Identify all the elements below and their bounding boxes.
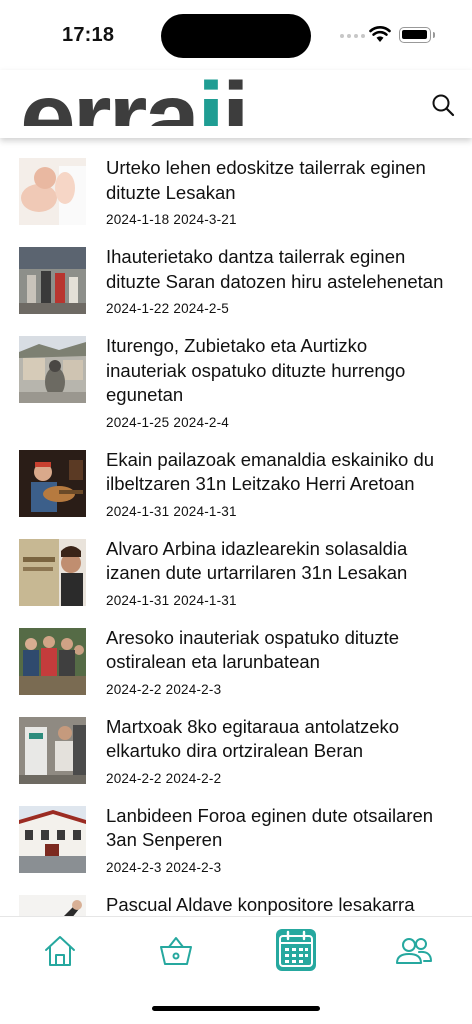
news-dates: 2024-1-25 2024-2-4 [106, 414, 452, 432]
news-thumbnail [19, 716, 86, 784]
home-icon[interactable] [40, 931, 80, 971]
dynamic-island [161, 14, 311, 58]
news-start-date: 2024-1-22 [106, 301, 170, 316]
news-title: Urteko lehen edoskitze tailerrak eginen … [106, 157, 426, 203]
news-end-date: 2024-1-31 [173, 503, 237, 519]
news-thumbnail [19, 449, 86, 517]
news-list[interactable]: Urteko lehen edoskitze tailerrak eginen … [0, 140, 472, 916]
list-item[interactable]: Martxoak 8ko egitaraua antolatzeko elkar… [0, 699, 472, 788]
home-indicator[interactable] [152, 1006, 320, 1011]
news-title: Pascual Aldave konpositore lesakarra gog… [106, 893, 415, 915]
news-start-date: 2024-2-2 [106, 770, 162, 786]
news-start-date: 2024-2-3 [106, 859, 162, 875]
news-start-date: 2024-2-2 [106, 681, 162, 697]
news-end-date: 2024-2-4 [173, 414, 229, 430]
logo-main-text: erra [20, 70, 200, 126]
news-title: Alvaro Arbina idazlearekin solasaldia iz… [106, 537, 408, 584]
news-dates: 2024-1-18 2024-3-21 [106, 211, 452, 229]
news-start-date: 2024-1-25 [106, 414, 170, 430]
news-thumbnail [19, 894, 86, 916]
basket-icon[interactable] [156, 931, 196, 971]
news-end-date: 2024-2-5 [173, 301, 229, 316]
news-thumbnail [19, 805, 86, 873]
tab-calendar[interactable] [276, 929, 316, 971]
news-dates: 2024-2-2 2024-2-2 [106, 770, 452, 788]
status-time: 17:18 [62, 24, 115, 46]
news-title: Martxoak 8ko egitaraua antolatzeko elkar… [106, 715, 400, 762]
news-thumbnail [19, 247, 86, 314]
battery-icon [399, 27, 435, 43]
news-end-date: 2024-3-21 [173, 212, 237, 227]
news-thumbnail [19, 538, 86, 606]
list-item[interactable]: Aresoko inauteriak ospatuko dituzte osti… [0, 610, 472, 699]
list-item[interactable]: Lanbideen Foroa eginen dute otsailaren 3… [0, 788, 472, 877]
wifi-icon [369, 26, 391, 42]
news-title: Ihauterietako dantza tailerrak eginen di… [106, 246, 444, 292]
app-logo: erraii. [20, 70, 420, 126]
news-end-date: 2024-2-3 [165, 859, 222, 875]
news-end-date: 2024-2-2 [165, 770, 222, 786]
news-title: Lanbideen Foroa eginen dute otsailaren 3… [106, 804, 434, 851]
news-thumbnail [19, 158, 86, 225]
logo-accent-text: i [197, 70, 225, 126]
calendar-icon [279, 930, 313, 967]
status-bar: 17:18 [0, 0, 472, 70]
news-end-date: 2024-2-3 [165, 681, 222, 697]
news-title: Ekain pailazoak emanaldia eskainiko du i… [106, 448, 435, 495]
news-start-date: 2024-1-18 [106, 212, 170, 227]
news-start-date: 2024-1-31 [106, 592, 170, 608]
news-title: Aresoko inauteriak ospatuko dituzte osti… [106, 626, 400, 673]
list-item[interactable]: Ihauterietako dantza tailerrak eginen di… [0, 229, 472, 318]
cellular-signal-icon [340, 34, 365, 38]
list-item[interactable]: Iturengo, Zubietako eta Aurtizko inauter… [0, 318, 472, 432]
app-header: erraii. [0, 70, 472, 138]
logo-tail-text: i. [221, 70, 275, 126]
news-title: Iturengo, Zubietako eta Aurtizko inauter… [106, 335, 406, 405]
news-dates: 2024-1-31 2024-1-31 [106, 503, 452, 521]
search-icon[interactable] [430, 92, 456, 118]
list-item[interactable]: Ekain pailazoak emanaldia eskainiko du i… [0, 432, 472, 521]
news-start-date: 2024-1-31 [106, 503, 170, 519]
news-thumbnail [19, 336, 86, 403]
news-end-date: 2024-1-31 [173, 592, 237, 608]
news-dates: 2024-1-31 2024-1-31 [106, 592, 452, 610]
news-thumbnail [19, 627, 86, 695]
news-dates: 2024-1-22 2024-2-5 [106, 300, 452, 318]
list-item[interactable]: Pascual Aldave konpositore lesakarra gog… [0, 877, 472, 916]
people-icon[interactable] [394, 931, 434, 971]
list-item[interactable]: Alvaro Arbina idazlearekin solasaldia iz… [0, 521, 472, 610]
list-item[interactable]: Urteko lehen edoskitze tailerrak eginen … [0, 140, 472, 229]
news-dates: 2024-2-2 2024-2-3 [106, 681, 452, 699]
news-dates: 2024-2-3 2024-2-3 [106, 859, 452, 877]
